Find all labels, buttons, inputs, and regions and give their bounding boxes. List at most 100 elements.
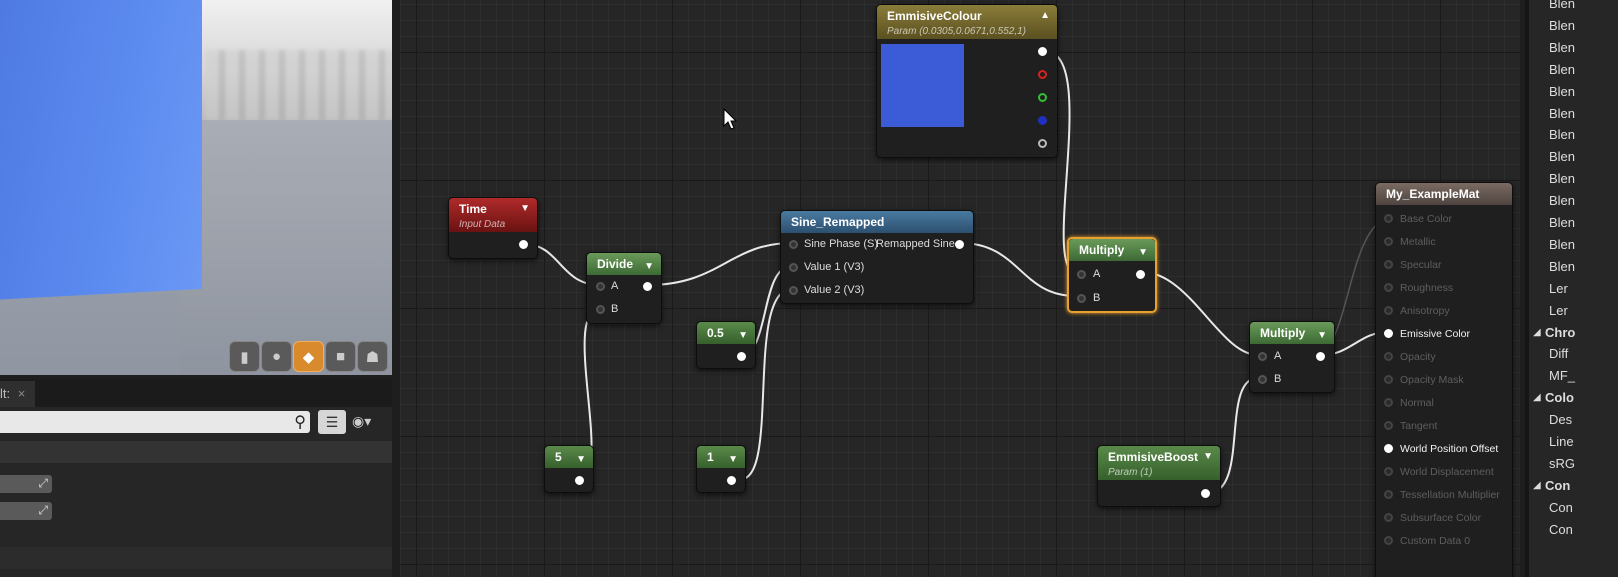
material-input-pin[interactable] (1384, 283, 1393, 292)
material-input-pin[interactable] (1384, 421, 1393, 430)
input-pin-sine-phase[interactable] (789, 240, 798, 249)
output-pin[interactable] (1316, 352, 1325, 361)
details-search-input[interactable]: ⚲ (0, 411, 310, 433)
palette-item[interactable]: sRG (1549, 456, 1575, 471)
output-pin-remapped-sine[interactable] (955, 240, 964, 249)
node-sine-remapped[interactable]: Sine_Remapped Sine Phase (S) Remapped Si… (780, 210, 974, 304)
output-pin[interactable] (643, 282, 652, 291)
output-pin[interactable] (575, 476, 584, 485)
input-pin-value-1[interactable] (789, 263, 798, 272)
input-pin-a[interactable] (1077, 270, 1086, 279)
material-preview-viewport[interactable]: ▮ ● ◆ ■ ☗ (0, 0, 392, 375)
collapse-arrow-icon[interactable]: ▲ (1040, 8, 1050, 24)
input-pin-value-2[interactable] (789, 286, 798, 295)
material-input-pin[interactable] (1384, 306, 1393, 315)
palette-item[interactable]: Con (1549, 500, 1573, 515)
input-pin-b[interactable] (1077, 294, 1086, 303)
node-time[interactable]: Time Input Data ▼ (448, 197, 538, 259)
material-input-pin[interactable] (1384, 513, 1393, 522)
node-emissive-colour[interactable]: EmmisiveColour Param (0.0305,0.0671,0.55… (876, 4, 1058, 158)
material-input-pin[interactable] (1384, 467, 1393, 476)
chevron-down-icon[interactable]: ▼ (1203, 449, 1213, 465)
palette-item[interactable]: Ler (1549, 303, 1568, 318)
output-pin[interactable] (519, 240, 528, 249)
palette-item[interactable]: Blen (1549, 193, 1575, 208)
palette-category[interactable]: Con (1545, 478, 1570, 493)
palette-item[interactable]: Blen (1549, 106, 1575, 121)
palette-item[interactable]: Blen (1549, 62, 1575, 77)
close-icon[interactable]: × (18, 386, 26, 401)
palette-item[interactable]: Blen (1549, 237, 1575, 252)
output-pin[interactable] (1136, 270, 1145, 279)
details-property-field[interactable]: ⤢ (0, 502, 52, 520)
pin-label: B (611, 303, 619, 315)
palette-item[interactable]: Des (1549, 412, 1572, 427)
material-input-pin[interactable] (1384, 329, 1393, 338)
material-input-pin[interactable] (1384, 490, 1393, 499)
node-constant-0-5[interactable]: 0.5 ▼ (696, 321, 756, 369)
palette-item[interactable]: Blen (1549, 40, 1575, 55)
preview-teapot-button[interactable]: ☗ (357, 341, 388, 372)
palette-item[interactable]: Ler (1549, 281, 1568, 296)
material-input-pin[interactable] (1384, 398, 1393, 407)
node-material-result[interactable]: My_ExampleMat Base Color Metallic Specular… (1375, 182, 1513, 577)
input-pin-a[interactable] (1258, 352, 1267, 361)
node-constant-1[interactable]: 1 ▼ (696, 445, 746, 493)
output-pin-rgb[interactable] (1038, 47, 1047, 56)
output-pin-r[interactable] (1038, 70, 1047, 79)
output-pin-g[interactable] (1038, 93, 1047, 102)
preview-cube-button[interactable]: ■ (325, 341, 356, 372)
material-input-pin[interactable] (1384, 237, 1393, 246)
material-input-pin[interactable] (1384, 375, 1393, 384)
output-pin[interactable] (1201, 489, 1210, 498)
output-pin[interactable] (727, 476, 736, 485)
property-matrix-button[interactable]: ☰ (318, 410, 346, 434)
output-pin[interactable] (737, 352, 746, 361)
palette-item[interactable]: Blen (1549, 215, 1575, 230)
material-input-pin[interactable] (1384, 352, 1393, 361)
details-property-field[interactable]: ⤢ (0, 475, 52, 493)
material-input-pin[interactable] (1384, 536, 1393, 545)
material-input-pin[interactable] (1384, 444, 1393, 453)
palette-item[interactable]: Line (1549, 434, 1574, 449)
node-divide[interactable]: Divide ▼ A B (586, 252, 662, 324)
chevron-down-icon[interactable]: ▼ (738, 325, 748, 347)
palette-item[interactable]: Con (1549, 522, 1573, 537)
input-pin-a[interactable] (596, 282, 605, 291)
chevron-down-icon[interactable]: ▼ (644, 256, 654, 278)
output-pin-a[interactable] (1038, 139, 1047, 148)
view-options-button[interactable]: ◉▾ (352, 413, 371, 430)
chevron-down-icon[interactable]: ▼ (1138, 242, 1148, 264)
preview-sphere-button[interactable]: ● (261, 341, 292, 372)
palette-item[interactable]: Blen (1549, 127, 1575, 142)
details-category-row[interactable] (0, 441, 392, 463)
chevron-down-icon[interactable]: ▼ (576, 449, 586, 471)
palette-item[interactable]: Blen (1549, 84, 1575, 99)
chevron-down-icon[interactable]: ▼ (728, 449, 738, 471)
input-pin-b[interactable] (596, 305, 605, 314)
preview-plane-button[interactable]: ◆ (293, 341, 324, 372)
palette-item[interactable]: MF_ (1549, 368, 1575, 383)
node-constant-5[interactable]: 5 ▼ (544, 445, 594, 493)
node-emissive-boost[interactable]: EmmisiveBoost Param (1) ▼ (1097, 445, 1221, 507)
palette-item[interactable]: Blen (1549, 18, 1575, 33)
preview-cylinder-button[interactable]: ▮ (229, 341, 260, 372)
palette-category[interactable]: Chro (1545, 325, 1575, 340)
palette-item[interactable]: Blen (1549, 259, 1575, 274)
input-pin-b[interactable] (1258, 375, 1267, 384)
palette-item[interactable]: Diff (1549, 346, 1568, 361)
output-pin-b[interactable] (1038, 116, 1047, 125)
chevron-down-icon[interactable]: ▼ (1317, 325, 1327, 347)
tab-details[interactable]: lt: × (0, 381, 35, 407)
palette-item[interactable]: Blen (1549, 171, 1575, 186)
node-multiply-selected[interactable]: Multiply ▼ A B (1067, 237, 1157, 313)
palette-item[interactable]: Blen (1549, 149, 1575, 164)
palette-category[interactable]: Colo (1545, 390, 1574, 405)
details-category-row[interactable] (0, 547, 392, 569)
material-input-pin[interactable] (1384, 214, 1393, 223)
material-input-pin[interactable] (1384, 260, 1393, 269)
node-multiply[interactable]: Multiply ▼ A B (1249, 321, 1335, 393)
material-graph-editor[interactable]: EmmisiveColour Param (0.0305,0.0671,0.55… (400, 0, 1520, 577)
chevron-down-icon[interactable]: ▼ (520, 201, 530, 217)
palette-item[interactable]: Blen (1549, 0, 1575, 11)
